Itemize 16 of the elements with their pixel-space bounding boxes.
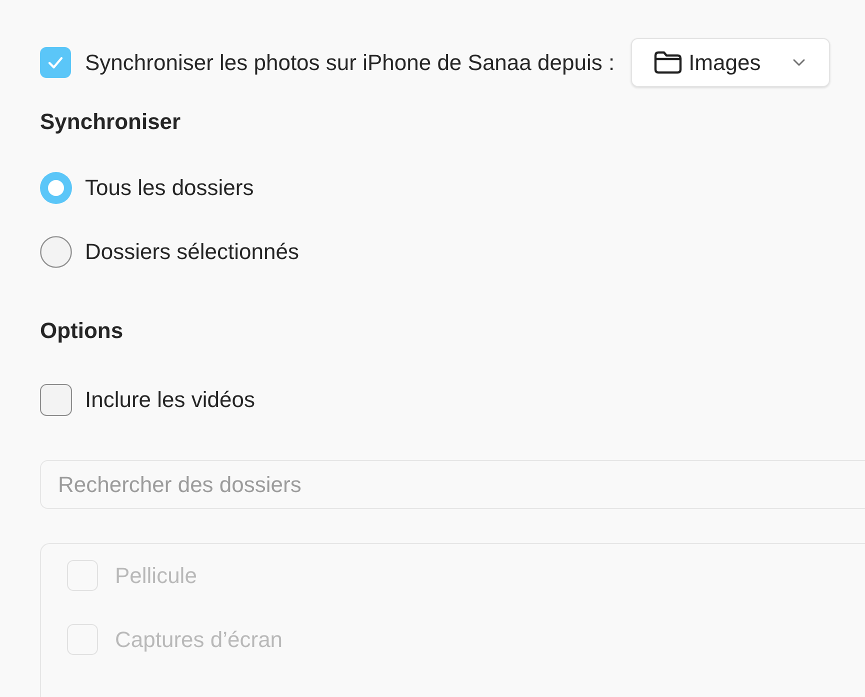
radio-label: Tous les dossiers xyxy=(85,175,254,201)
folder-icon xyxy=(654,51,682,74)
checkbox[interactable] xyxy=(40,47,71,78)
folder-label: Pellicule xyxy=(115,562,197,588)
radio-button[interactable] xyxy=(40,236,72,268)
checkbox[interactable] xyxy=(40,384,72,416)
source-folder-dropdown[interactable]: Images xyxy=(630,38,830,87)
radio-label: Dossiers sélectionnés xyxy=(85,239,299,265)
search-field[interactable]: Rechercher des dossiers xyxy=(40,460,865,509)
section-heading: Synchroniser xyxy=(40,109,181,135)
radio-button[interactable] xyxy=(40,172,72,204)
section-heading: Options xyxy=(40,318,124,344)
folder-label: Captures d’écran xyxy=(115,626,283,652)
sync-photos-label: Synchroniser les photos sur iPhone de Sanaa depuis : xyxy=(85,50,615,76)
chevron-down-icon xyxy=(792,59,805,66)
checkbox-label: Inclure les vidéos xyxy=(85,387,255,413)
